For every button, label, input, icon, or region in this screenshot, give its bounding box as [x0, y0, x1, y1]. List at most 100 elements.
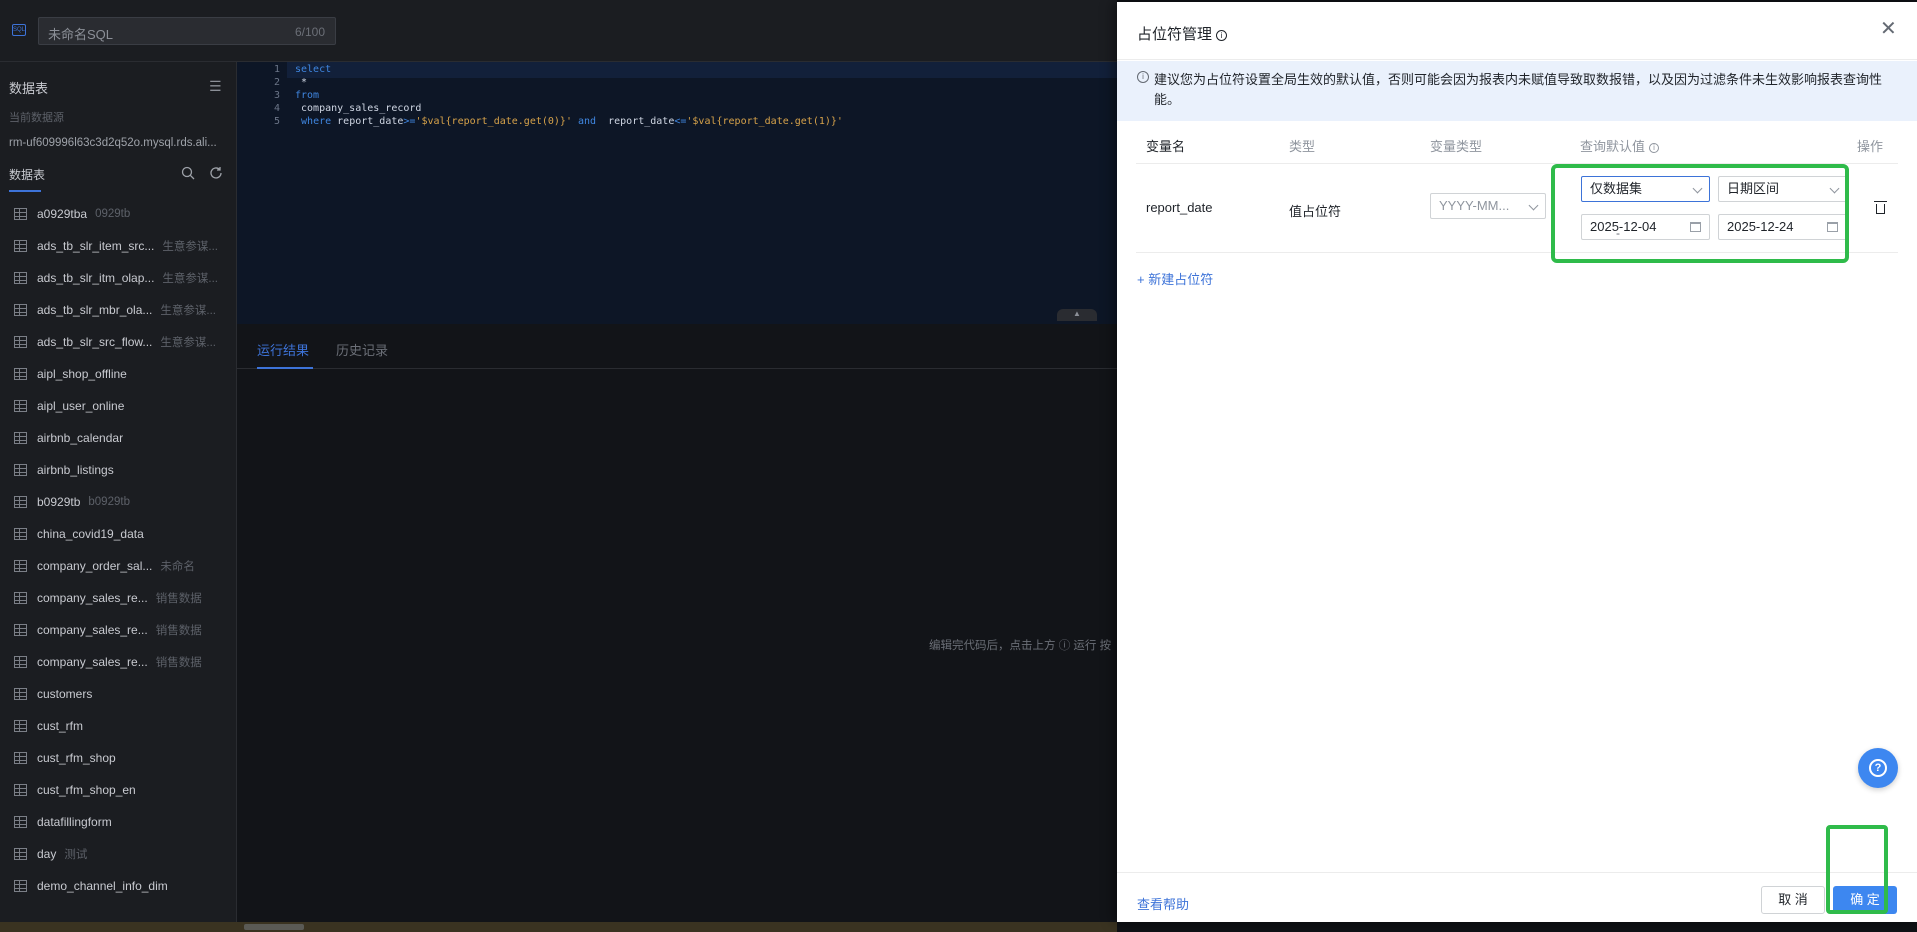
- search-icon[interactable]: [181, 166, 195, 180]
- table-name: ads_tb_slr_src_flow...: [37, 335, 153, 349]
- table-icon: [14, 752, 27, 764]
- table-name: day: [37, 847, 57, 861]
- table-name: customers: [37, 687, 93, 701]
- table-list-item[interactable]: datafillingform: [0, 806, 236, 838]
- table-list-item[interactable]: ads_tb_slr_mbr_ola... 生意参谋...: [0, 294, 236, 326]
- keyword-where: where: [301, 116, 332, 127]
- table-list-item[interactable]: cust_rfm: [0, 710, 236, 742]
- column-header-var-name: 变量名: [1146, 139, 1186, 154]
- notice-banner: i 建议您为占位符设置全局生效的默认值，否则可能会因为报表内未赋值导致取数报错，…: [1117, 61, 1917, 121]
- info-icon[interactable]: i: [1216, 29, 1228, 41]
- table-name: aipl_user_online: [37, 399, 125, 413]
- table-name: company_sales_re...: [37, 591, 148, 605]
- table-alias: 生意参谋...: [162, 241, 218, 253]
- table-list-item[interactable]: aipl_user_online: [0, 390, 236, 422]
- chevron-down-icon: [1528, 200, 1539, 211]
- table-name: company_sales_re...: [37, 655, 148, 669]
- table-icon: [14, 432, 27, 444]
- delete-icon[interactable]: [1874, 201, 1887, 214]
- cancel-button[interactable]: 取 消: [1761, 886, 1825, 914]
- code-token: report_date: [331, 116, 404, 127]
- table-icon: [14, 880, 27, 892]
- table-list-item[interactable]: company_order_sal... 未命名: [0, 550, 236, 582]
- table-alias: 销售数据: [155, 657, 202, 669]
- table-alias: 生意参谋...: [160, 337, 216, 349]
- panel-resize-handle[interactable]: ▲: [1057, 309, 1097, 321]
- table-name: demo_channel_info_dim: [37, 879, 168, 893]
- line-number: 5: [273, 116, 280, 127]
- query-name-input[interactable]: 未命名SQL 6/100: [38, 17, 336, 45]
- refresh-icon[interactable]: [209, 166, 223, 180]
- table-list-item[interactable]: a0929tba 0929tb: [0, 198, 236, 230]
- keyword-and: and: [571, 116, 603, 127]
- table-icon: [14, 784, 27, 796]
- table-icon: [14, 272, 27, 284]
- table-icon: [14, 208, 27, 220]
- table-icon: [14, 656, 27, 668]
- add-placeholder-button[interactable]: + 新建占位符: [1137, 269, 1213, 288]
- table-list-item[interactable]: b0929tb b0929tb: [0, 486, 236, 518]
- line-number: 2: [273, 77, 280, 88]
- table-list-item[interactable]: ads_tb_slr_item_src... 生意参谋...: [0, 230, 236, 262]
- table-list-item[interactable]: company_sales_re... 销售数据: [0, 646, 236, 678]
- row-var-name: report_date: [1146, 200, 1213, 215]
- table-alias: 生意参谋...: [162, 273, 218, 285]
- table-alias: 生意参谋...: [160, 305, 216, 317]
- code-operator: <=: [674, 116, 687, 127]
- table-list-item[interactable]: demo_channel_info_dim: [0, 870, 236, 902]
- table-list-item[interactable]: ads_tb_slr_itm_olap... 生意参谋...: [0, 262, 236, 294]
- table-name: ads_tb_slr_mbr_ola...: [37, 303, 153, 317]
- table-list-item[interactable]: day 测试: [0, 838, 236, 870]
- table-alias: 未命名: [160, 561, 195, 573]
- table-list-item[interactable]: company_sales_re... 销售数据: [0, 582, 236, 614]
- drawer-title-text: 占位符管理: [1137, 26, 1213, 43]
- keyword-from: from: [295, 90, 320, 101]
- results-tab-indicator: [257, 367, 313, 369]
- drawer-title: 占位符管理 i: [1137, 23, 1228, 44]
- info-icon[interactable]: i: [1649, 142, 1660, 153]
- table-list-item[interactable]: cust_rfm_shop_en: [0, 774, 236, 806]
- tab-run-results[interactable]: 运行结果: [257, 340, 309, 359]
- horizontal-scrollbar[interactable]: [244, 924, 304, 930]
- annotation-highlight-confirm: [1826, 825, 1888, 914]
- close-icon[interactable]: ✕: [1880, 19, 1897, 39]
- table-list-item[interactable]: aipl_shop_offline: [0, 358, 236, 390]
- question-icon: ?: [1869, 759, 1887, 777]
- table-icon: [14, 528, 27, 540]
- table-name: cust_rfm: [37, 719, 84, 733]
- table-name: datafillingform: [37, 815, 112, 829]
- sql-editor[interactable]: 1 2 3 4 5 select * from company_sales_re…: [237, 62, 1117, 324]
- tab-tables[interactable]: 数据表: [9, 166, 45, 183]
- datasource-name[interactable]: rm-uf609996l63c3d2q52o.mysql.rds.ali...: [9, 137, 217, 149]
- column-header-action: 操作: [1857, 139, 1884, 154]
- table-name: b0929tb: [37, 495, 81, 509]
- table-icon: [14, 560, 27, 572]
- table-list-item[interactable]: airbnb_listings: [0, 454, 236, 486]
- drawer-footer: 查看帮助 取 消 确 定: [1117, 872, 1917, 922]
- code-line-3: from: [295, 90, 319, 101]
- table-list-item[interactable]: cust_rfm_shop: [0, 742, 236, 774]
- query-name-value: 未命名SQL: [48, 27, 114, 42]
- table-list-item[interactable]: ads_tb_slr_src_flow... 生意参谋...: [0, 326, 236, 358]
- help-float-button[interactable]: ?: [1858, 748, 1898, 788]
- line-number: 3: [273, 90, 280, 101]
- table-icon: [14, 368, 27, 380]
- table-icon: [14, 592, 27, 604]
- table-list-item[interactable]: china_covid19_data: [0, 518, 236, 550]
- sql-file-icon: SQL: [12, 24, 26, 36]
- table-list-item[interactable]: company_sales_re... 销售数据: [0, 614, 236, 646]
- collapse-sidebar-icon[interactable]: ☰: [209, 78, 222, 95]
- tab-history[interactable]: 历史记录: [336, 340, 388, 359]
- table-name: company_order_sal...: [37, 559, 153, 573]
- results-tabs: 运行结果 历史记录: [237, 324, 1117, 369]
- table-name: china_covid19_data: [37, 527, 144, 541]
- line-number: 1: [273, 64, 280, 75]
- table-name: ads_tb_slr_itm_olap...: [37, 271, 155, 285]
- table-list-item[interactable]: customers: [0, 678, 236, 710]
- column-header-var-type: 变量类型: [1430, 139, 1483, 154]
- var-type-select[interactable]: YYYY-MM...: [1430, 193, 1546, 219]
- help-link[interactable]: 查看帮助: [1137, 894, 1189, 913]
- table-icon: [14, 816, 27, 828]
- table-icon: [14, 240, 27, 252]
- table-list-item[interactable]: airbnb_calendar: [0, 422, 236, 454]
